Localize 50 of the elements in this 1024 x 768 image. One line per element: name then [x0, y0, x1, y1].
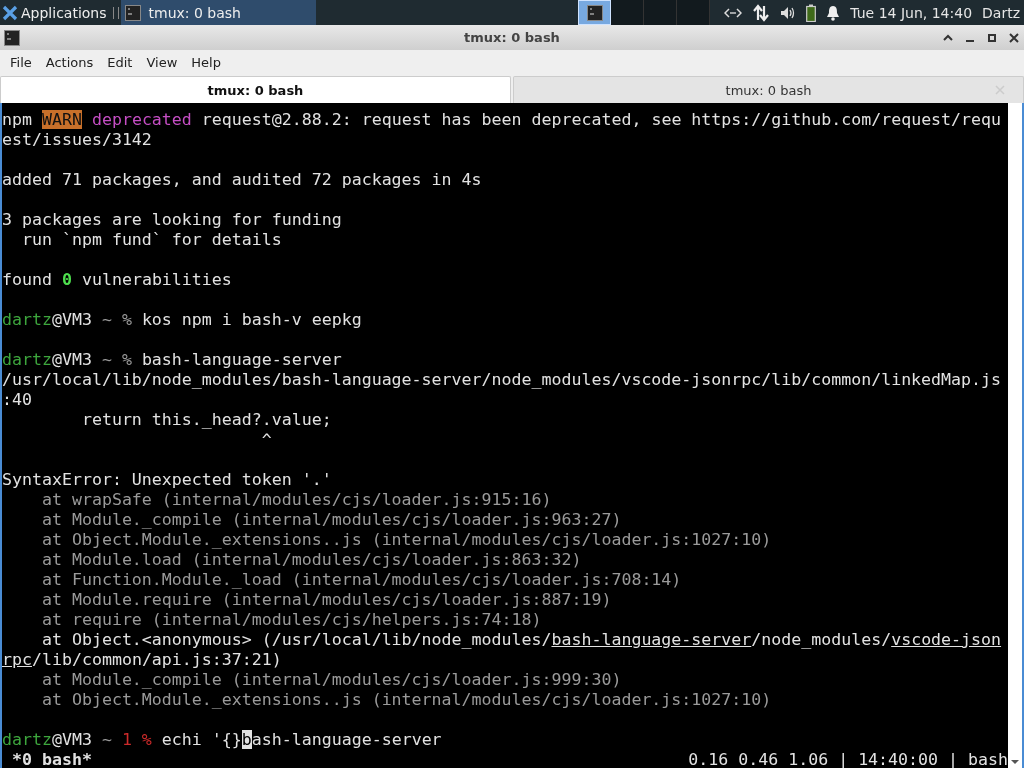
- terminal-line: rpc/lib/common/api.js:37:21): [2, 650, 282, 670]
- terminal-line: est/issues/3142: [2, 130, 152, 150]
- window-title: tmux: 0 bash: [464, 30, 560, 45]
- terminal-line: found 0 vulnerabilities: [2, 270, 232, 290]
- terminal-line: at Module._compile (internal/modules/cjs/loader.js:963:27): [40, 510, 622, 530]
- x-logo-icon: [2, 4, 18, 21]
- terminal-line: at Module._compile (internal/modules/cjs/loader.js:999:30): [40, 670, 622, 690]
- network-icon[interactable]: [724, 6, 743, 19]
- terminal-line: npm WARN deprecated request@2.88.2: request has been deprecated, see https://github.com/request/requ: [2, 110, 1002, 130]
- terminal-line: ^: [260, 430, 272, 450]
- scrollbar[interactable]: [1008, 103, 1022, 768]
- terminal-icon: [124, 4, 141, 21]
- terminal-icon: [4, 29, 20, 46]
- terminal-line: dartz@VM3 ~ % bash-language-server: [2, 350, 342, 370]
- volume-icon[interactable]: [780, 5, 797, 20]
- clock[interactable]: Tue 14 Jun, 14:40: [850, 4, 973, 21]
- terminal-line: at require (internal/modules/cjs/helpers.js:74:18): [40, 610, 542, 630]
- terminal-line: return this._head?.value;: [80, 410, 332, 430]
- menu-item[interactable]: View: [139, 52, 185, 72]
- applications-menu[interactable]: Applications: [0, 0, 111, 25]
- maximize-icon[interactable]: [986, 31, 998, 44]
- tmux-window-label[interactable]: *0 bash*: [2, 750, 92, 768]
- terminal-line: at Object.<anonymous> (/usr/local/lib/node_modules/bash-language-server/node_modules/vscode-json: [40, 630, 1002, 650]
- taskbar-window-button[interactable]: tmux: 0 bash: [120, 0, 316, 25]
- terminal-tab[interactable]: tmux: 0 bash: [0, 76, 511, 103]
- up-down-arrows-icon[interactable]: [752, 3, 771, 22]
- battery-icon[interactable]: [806, 3, 817, 22]
- terminal-line: at Object.Module._extensions..js (internal/modules/cjs/loader.js:1027:10): [40, 690, 772, 710]
- menu-item[interactable]: Actions: [38, 52, 101, 72]
- terminal-line: run `npm fund` for details: [20, 230, 282, 250]
- user-name[interactable]: Dartz: [982, 4, 1020, 21]
- terminal-line: dartz@VM3 ~ % kos npm i bash-v eepkg: [2, 310, 362, 330]
- terminal-line: added 71 packages, and audited 72 packages in 4s: [2, 170, 482, 190]
- terminal-line: SyntaxError: Unexpected token '.': [2, 470, 332, 490]
- close-icon[interactable]: [1008, 31, 1020, 44]
- terminal-icon: [586, 4, 603, 21]
- terminal-line: 3 packages are looking for funding: [2, 210, 342, 230]
- terminal-line: dartz@VM3 ~ 1 % echi '{}bash-language-server: [2, 730, 442, 750]
- menu-item[interactable]: Help: [184, 52, 228, 72]
- terminal-line: at Object.Module._extensions..js (internal/modules/cjs/loader.js:1027:10): [40, 530, 772, 550]
- menu-item[interactable]: Edit: [100, 52, 140, 72]
- terminal-line: :40: [2, 390, 32, 410]
- menu-item[interactable]: File: [3, 52, 39, 72]
- terminal-line: at Module.require (internal/modules/cjs/loader.js:887:19): [40, 590, 612, 610]
- notification-bell-icon[interactable]: [826, 4, 841, 21]
- terminal-tab[interactable]: tmux: 0 bash: [513, 76, 1024, 103]
- terminal-line: /usr/local/lib/node_modules/bash-language-server/node_modules/vscode-jsonrpc/lib/common/linkedMap.js: [2, 370, 1002, 390]
- terminal-line: at Function.Module._load (internal/modules/cjs/loader.js:708:14): [40, 570, 682, 590]
- terminal-line: at wrapSafe (internal/modules/cjs/loader.js:915:16): [40, 490, 552, 510]
- terminal-line: at Module.load (internal/modules/cjs/loader.js:863:32): [40, 550, 582, 570]
